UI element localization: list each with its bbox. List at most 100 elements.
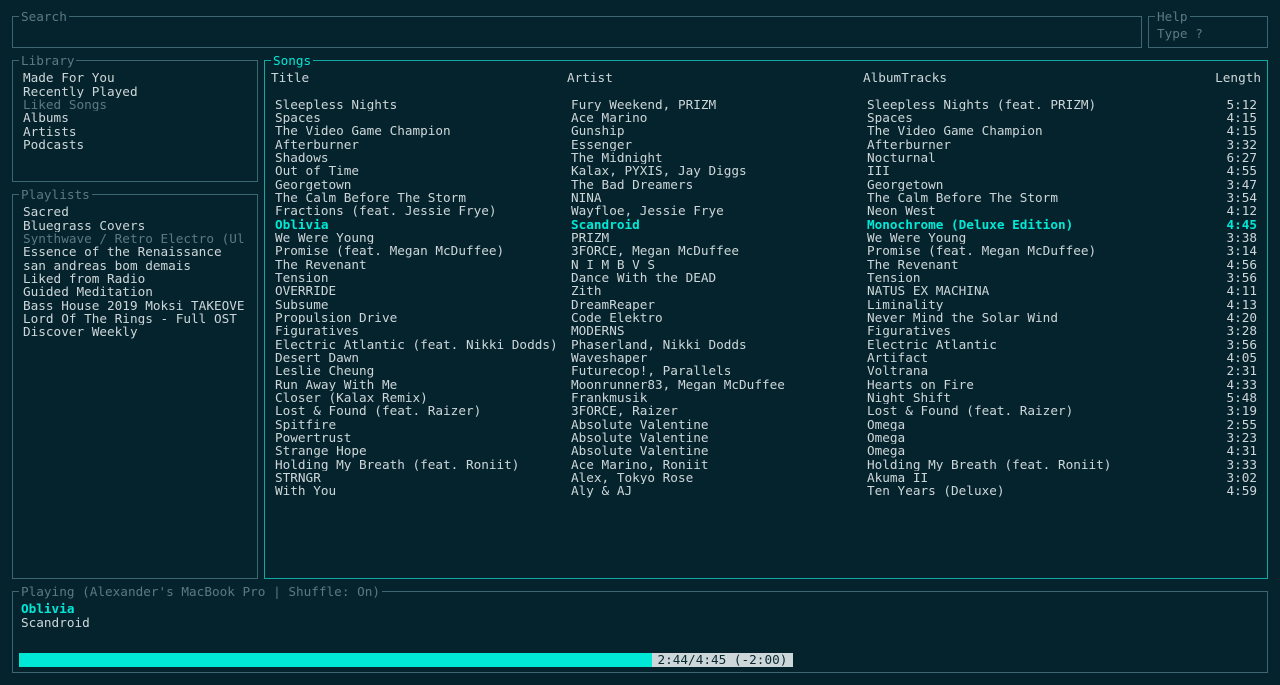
song-row[interactable]: Sleepless NightsFury Weekend, PRIZMSleep… — [275, 98, 1257, 111]
col-header-title: Title — [271, 71, 567, 84]
song-row[interactable]: Fractions (feat. Jessie Frye)Wayfloe, Je… — [275, 204, 1257, 217]
song-row[interactable]: SpacesAce MarinoSpaces4:15 — [275, 111, 1257, 124]
song-title: Leslie Cheung — [275, 364, 571, 377]
now-playing-artist: Scandroid — [21, 616, 1259, 629]
library-item[interactable]: Artists — [19, 125, 251, 138]
search-legend: Search — [19, 10, 69, 23]
song-album: Georgetown — [867, 178, 1199, 191]
song-title: OVERRIDE — [275, 284, 571, 297]
song-row[interactable]: Holding My Breath (feat. Roniit)Ace Mari… — [275, 458, 1257, 471]
search-input[interactable] — [19, 27, 1135, 42]
song-length: 3:23 — [1199, 431, 1257, 444]
playlist-item[interactable]: Sacred — [19, 205, 251, 218]
song-artist: Scandroid — [571, 218, 867, 231]
song-row[interactable]: AfterburnerEssengerAfterburner3:32 — [275, 138, 1257, 151]
playlists-legend: Playlists — [19, 188, 92, 201]
playlist-item[interactable]: Liked from Radio — [19, 272, 251, 285]
song-row[interactable]: ObliviaScandroidMonochrome (Deluxe Editi… — [275, 218, 1257, 231]
playlist-item[interactable]: Bass House 2019 Moksi TAKEOVE — [19, 299, 251, 312]
song-album: Artifact — [867, 351, 1199, 364]
playlist-item[interactable]: Guided Meditation — [19, 285, 251, 298]
song-artist: Kalax, PYXIS, Jay Diggs — [571, 164, 867, 177]
song-length: 4:15 — [1199, 124, 1257, 137]
song-row[interactable]: Closer (Kalax Remix)FrankmusikNight Shif… — [275, 391, 1257, 404]
song-row[interactable]: TensionDance With the DEADTension3:56 — [275, 271, 1257, 284]
song-title: Shadows — [275, 151, 571, 164]
song-length: 4:59 — [1199, 484, 1257, 497]
song-title: Run Away With Me — [275, 378, 571, 391]
progress-fill — [19, 653, 652, 667]
song-row[interactable]: ShadowsThe MidnightNocturnal6:27 — [275, 151, 1257, 164]
song-row[interactable]: The Calm Before The StormNINAThe Calm Be… — [275, 191, 1257, 204]
song-title: We Were Young — [275, 231, 571, 244]
song-album: Hearts on Fire — [867, 378, 1199, 391]
song-row[interactable]: Promise (feat. Megan McDuffee)3FORCE, Me… — [275, 244, 1257, 257]
song-row[interactable]: The Video Game ChampionGunshipThe Video … — [275, 124, 1257, 137]
song-album: Promise (feat. Megan McDuffee) — [867, 244, 1199, 257]
playlist-item[interactable]: Essence of the Renaissance — [19, 245, 251, 258]
library-item[interactable]: Liked Songs — [19, 98, 251, 111]
song-title: Out of Time — [275, 164, 571, 177]
song-row[interactable]: PowertrustAbsolute ValentineOmega3:23 — [275, 431, 1257, 444]
song-row[interactable]: GeorgetownThe Bad DreamersGeorgetown3:47 — [275, 178, 1257, 191]
song-title: Propulsion Drive — [275, 311, 571, 324]
song-row[interactable]: STRNGRAlex, Tokyo RoseAkuma II3:02 — [275, 471, 1257, 484]
playlist-item[interactable]: Lord Of The Rings - Full OST — [19, 312, 251, 325]
now-playing-title: Oblivia — [21, 602, 1259, 615]
song-row[interactable]: SpitfireAbsolute ValentineOmega2:55 — [275, 418, 1257, 431]
song-album: Voltrana — [867, 364, 1199, 377]
song-row[interactable]: Run Away With MeMoonrunner83, Megan McDu… — [275, 378, 1257, 391]
song-row[interactable]: The RevenantN I M B V SThe Revenant4:56 — [275, 258, 1257, 271]
song-row[interactable]: FigurativesMODERNSFiguratives3:28 — [275, 324, 1257, 337]
song-artist: Absolute Valentine — [571, 418, 867, 431]
song-row[interactable]: With YouAly & AJTen Years (Deluxe)4:59 — [275, 484, 1257, 497]
song-row[interactable]: OVERRIDEZithNATUS EX MACHINA4:11 — [275, 284, 1257, 297]
song-album: Electric Atlantic — [867, 338, 1199, 351]
song-row[interactable]: Electric Atlantic (feat. Nikki Dodds)Pha… — [275, 338, 1257, 351]
song-length: 3:32 — [1199, 138, 1257, 151]
song-album: Afterburner — [867, 138, 1199, 151]
song-title: Electric Atlantic (feat. Nikki Dodds) — [275, 338, 571, 351]
playlists-panel: Playlists SacredBluegrass CoversSynthwav… — [12, 188, 258, 579]
song-row[interactable]: SubsumeDreamReaperLiminality4:13 — [275, 298, 1257, 311]
progress-bar[interactable]: 2:44/4:45 (-2:00) — [19, 652, 1261, 668]
song-artist: The Midnight — [571, 151, 867, 164]
song-row[interactable]: Strange HopeAbsolute ValentineOmega4:31 — [275, 444, 1257, 457]
song-row[interactable]: We Were YoungPRIZMWe Were Young3:38 — [275, 231, 1257, 244]
library-item[interactable]: Albums — [19, 111, 251, 124]
song-row[interactable]: Lost & Found (feat. Raizer)3FORCE, Raize… — [275, 404, 1257, 417]
song-title: Afterburner — [275, 138, 571, 151]
library-item[interactable]: Recently Played — [19, 85, 251, 98]
song-artist: MODERNS — [571, 324, 867, 337]
song-title: STRNGR — [275, 471, 571, 484]
song-title: Fractions (feat. Jessie Frye) — [275, 204, 571, 217]
song-artist: NINA — [571, 191, 867, 204]
song-artist: Frankmusik — [571, 391, 867, 404]
song-title: Strange Hope — [275, 444, 571, 457]
song-title: With You — [275, 484, 571, 497]
song-row[interactable]: Desert DawnWaveshaperArtifact4:05 — [275, 351, 1257, 364]
library-item[interactable]: Made For You — [19, 71, 251, 84]
playlist-item[interactable]: Discover Weekly — [19, 325, 251, 338]
song-row[interactable]: Out of TimeKalax, PYXIS, Jay DiggsIII4:5… — [275, 164, 1257, 177]
library-panel: Library Made For YouRecently PlayedLiked… — [12, 54, 258, 182]
playlist-item[interactable]: Bluegrass Covers — [19, 219, 251, 232]
song-artist: Zith — [571, 284, 867, 297]
song-length: 3:38 — [1199, 231, 1257, 244]
song-album: Akuma II — [867, 471, 1199, 484]
song-album: III — [867, 164, 1199, 177]
playlist-item[interactable]: san andreas bom demais — [19, 259, 251, 272]
song-row[interactable]: Leslie CheungFuturecop!, ParallelsVoltra… — [275, 364, 1257, 377]
song-length: 3:02 — [1199, 471, 1257, 484]
help-panel: Help Type ? — [1148, 10, 1268, 48]
song-artist: Dance With the DEAD — [571, 271, 867, 284]
song-album: Lost & Found (feat. Raizer) — [867, 404, 1199, 417]
song-artist: Aly & AJ — [571, 484, 867, 497]
search-panel: Search — [12, 10, 1142, 48]
playlist-item[interactable]: Synthwave / Retro Electro (Ul — [19, 232, 251, 245]
song-row[interactable]: Propulsion DriveCode ElektroNever Mind t… — [275, 311, 1257, 324]
song-album: Ten Years (Deluxe) — [867, 484, 1199, 497]
library-item[interactable]: Podcasts — [19, 138, 251, 151]
song-title: Tension — [275, 271, 571, 284]
song-album: Omega — [867, 444, 1199, 457]
